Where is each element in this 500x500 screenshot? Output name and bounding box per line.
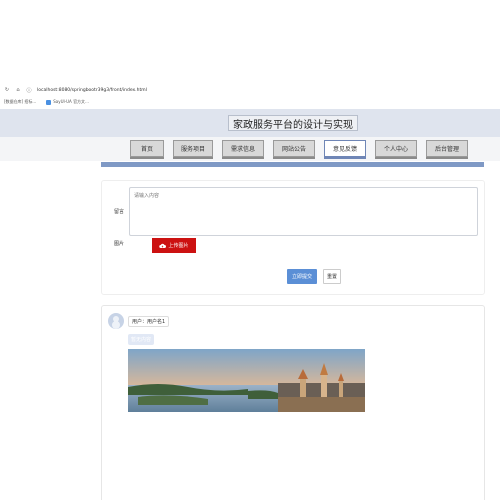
nav-item-admin[interactable]: 后台管理: [426, 140, 468, 157]
page: ↻ ⌂ ⓘ localhost:8080/springbootr39g3/fro…: [0, 0, 500, 500]
message-label: 留言: [114, 209, 125, 215]
avatar: [108, 313, 124, 329]
bookmark-label: [数据仓库] 招标...: [4, 99, 37, 104]
nav-item-home[interactable]: 首页: [130, 140, 164, 157]
submit-button[interactable]: 立即提交: [287, 269, 317, 284]
nav-item-services[interactable]: 服务项目: [173, 140, 213, 157]
accent-bar: [101, 162, 484, 167]
info-icon: ⓘ: [26, 87, 32, 94]
reset-button[interactable]: 重置: [323, 269, 341, 284]
bookmarks-bar: [数据仓库] 招标... SayUI-UA 官方文...: [0, 97, 500, 107]
comment-username: 用户：用户名1: [128, 316, 170, 327]
bookmark-item[interactable]: [数据仓库] 招标...: [4, 99, 36, 105]
upload-image-label: 上传图片: [168, 243, 189, 249]
home-icon[interactable]: ⌂: [15, 87, 21, 93]
site-title: 家政服务平台的设计与实现: [228, 115, 358, 131]
bookmark-label: SayUI-UA 官方文...: [53, 99, 89, 104]
bookmark-favicon-icon: [46, 99, 52, 105]
nav-item-feedback[interactable]: 意见反馈: [324, 140, 366, 157]
message-textarea[interactable]: [129, 187, 478, 236]
image-label: 图片: [114, 241, 125, 247]
nav-item-profile[interactable]: 个人中心: [375, 140, 417, 157]
comment-reply-tag: 暂无内容: [128, 334, 155, 345]
reload-icon[interactable]: ↻: [4, 87, 10, 93]
cloud-upload-icon: [159, 243, 167, 248]
comment-photo: [128, 349, 365, 412]
nav-item-announcements[interactable]: 网站公告: [273, 140, 315, 157]
url-text[interactable]: localhost:8080/springbootr39g3/front/ind…: [37, 88, 147, 93]
main-nav: 首页 服务项目 需求信息 网站公告 意见反馈 个人中心 后台管理: [130, 140, 468, 157]
address-bar[interactable]: ↻ ⌂ ⓘ localhost:8080/springbootr39g3/fro…: [0, 84, 500, 96]
nav-item-demands[interactable]: 需求信息: [222, 140, 264, 157]
upload-image-button[interactable]: 上传图片: [152, 238, 196, 253]
bookmark-item[interactable]: SayUI-UA 官方文...: [46, 99, 89, 105]
